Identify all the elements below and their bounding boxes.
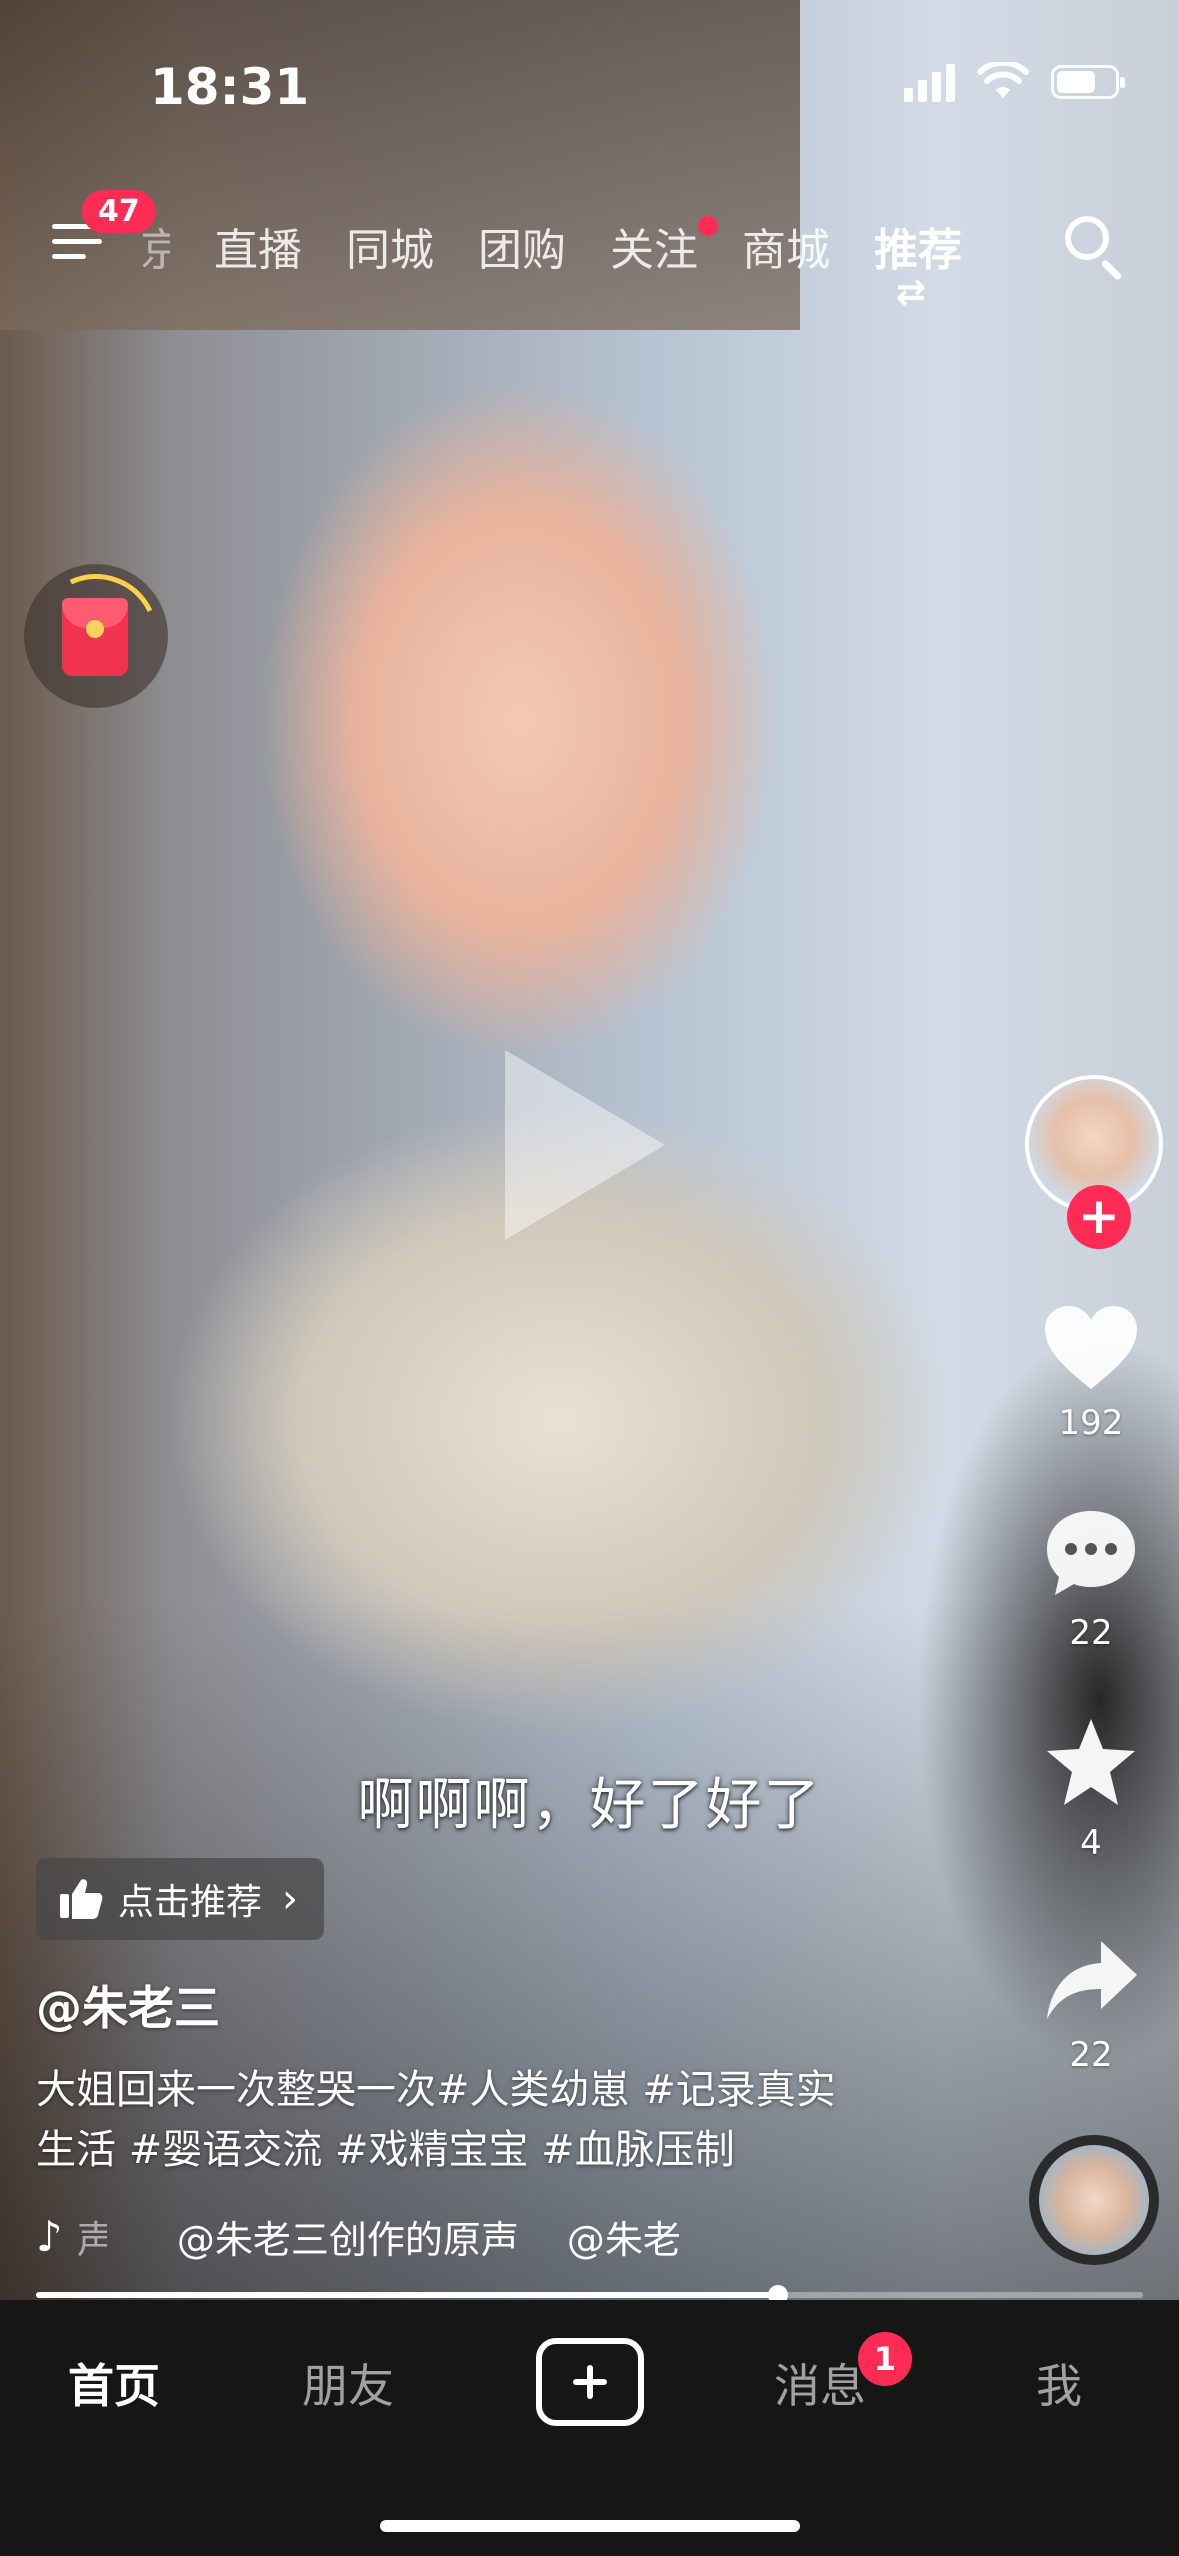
red-packet-button[interactable] bbox=[16, 556, 176, 716]
share-button[interactable]: 22 bbox=[1017, 1935, 1165, 2075]
tab-friends[interactable]: 朋友 bbox=[302, 2350, 394, 2416]
tab-recommend-label: 推荐 bbox=[874, 225, 962, 276]
recommend-chip[interactable]: 点击推荐 › bbox=[36, 1858, 325, 1940]
messages-badge: 1 bbox=[858, 2332, 912, 2386]
tab-home[interactable]: 首页 bbox=[68, 2350, 160, 2416]
search-icon bbox=[1065, 216, 1109, 260]
status-time: 18:31 bbox=[150, 58, 310, 116]
create-button[interactable] bbox=[536, 2338, 644, 2426]
progress-fill bbox=[36, 2292, 778, 2298]
bottom-tab-bar: 首页 朋友 消息 1 我 bbox=[0, 2300, 1179, 2556]
status-bar: 18:31 bbox=[0, 0, 1179, 170]
caption-line-2: 生活 #婴语交流 #戏精宝宝 #血脉压制 bbox=[36, 2127, 735, 2173]
caption-line-1: 大姐回来一次整哭一次#人类幼崽 #记录真实 bbox=[36, 2067, 836, 2113]
battery-icon bbox=[1051, 65, 1125, 99]
video-subtitle: 啊啊啊，好了好了 bbox=[357, 1773, 822, 1838]
video-progress-bar[interactable] bbox=[36, 2285, 1143, 2305]
tab-following-label: 关注 bbox=[610, 225, 698, 276]
follow-button[interactable]: + bbox=[1067, 1185, 1131, 1249]
cellular-signal-icon bbox=[904, 62, 955, 102]
wifi-icon bbox=[977, 62, 1029, 98]
tab-group-buy[interactable]: 团购 bbox=[478, 214, 566, 284]
music-title: @朱老三创作的原声 bbox=[176, 2217, 519, 2262]
tab-nearby[interactable]: 同城 bbox=[346, 214, 434, 284]
home-indicator bbox=[380, 2520, 800, 2532]
tab-me[interactable]: 我 bbox=[1036, 2350, 1082, 2416]
music-author: @朱老 bbox=[566, 2217, 681, 2262]
music-disc[interactable] bbox=[1029, 2135, 1159, 2265]
chevron-right-icon: › bbox=[282, 1876, 299, 1922]
like-button[interactable]: 192 bbox=[1017, 1303, 1165, 1443]
video-caption[interactable]: 大姐回来一次整哭一次#人类幼崽 #记录真实 生活 #婴语交流 #戏精宝宝 #血脉… bbox=[36, 2060, 936, 2180]
play-icon[interactable] bbox=[505, 1050, 665, 1240]
tab-recommend[interactable]: 推荐 ⇄ bbox=[874, 214, 962, 313]
comment-icon bbox=[1047, 1511, 1135, 1595]
thumbs-up-icon bbox=[60, 1879, 103, 1919]
top-nav: 47 京 直播 同城 团购 关注 商城 推荐 ⇄ bbox=[0, 190, 1179, 313]
music-marquee-fade: 声 bbox=[76, 2217, 107, 2262]
switch-arrows-icon: ⇄ bbox=[896, 272, 927, 313]
status-icons bbox=[904, 62, 1125, 102]
tab-partial[interactable]: 京 bbox=[140, 214, 170, 284]
video-bottom-shade bbox=[0, 1600, 1179, 2300]
heart-icon bbox=[1045, 1306, 1137, 1389]
share-count: 22 bbox=[1069, 2035, 1113, 2075]
comment-count: 22 bbox=[1069, 1613, 1113, 1653]
comment-button[interactable]: 22 bbox=[1017, 1503, 1165, 1653]
like-count: 192 bbox=[1058, 1403, 1124, 1443]
author-name[interactable]: @朱老三 bbox=[36, 1972, 220, 2038]
nav-tabs: 京 直播 同城 团购 关注 商城 推荐 ⇄ bbox=[140, 214, 962, 313]
tab-live[interactable]: 直播 bbox=[214, 214, 302, 284]
search-button[interactable] bbox=[1063, 214, 1129, 281]
tab-mall[interactable]: 商城 bbox=[742, 214, 830, 284]
share-icon bbox=[1047, 1941, 1137, 2019]
red-envelope-icon bbox=[62, 598, 128, 676]
recommend-label: 点击推荐 bbox=[118, 1882, 263, 1923]
tab-following[interactable]: 关注 bbox=[610, 214, 718, 284]
following-new-dot bbox=[698, 216, 718, 236]
music-marquee[interactable]: ♪ 声 @朱老三创作的原声 @朱老 bbox=[36, 2208, 736, 2264]
tab-messages[interactable]: 消息 bbox=[774, 2350, 866, 2416]
music-note-icon: ♪ bbox=[36, 2211, 63, 2261]
